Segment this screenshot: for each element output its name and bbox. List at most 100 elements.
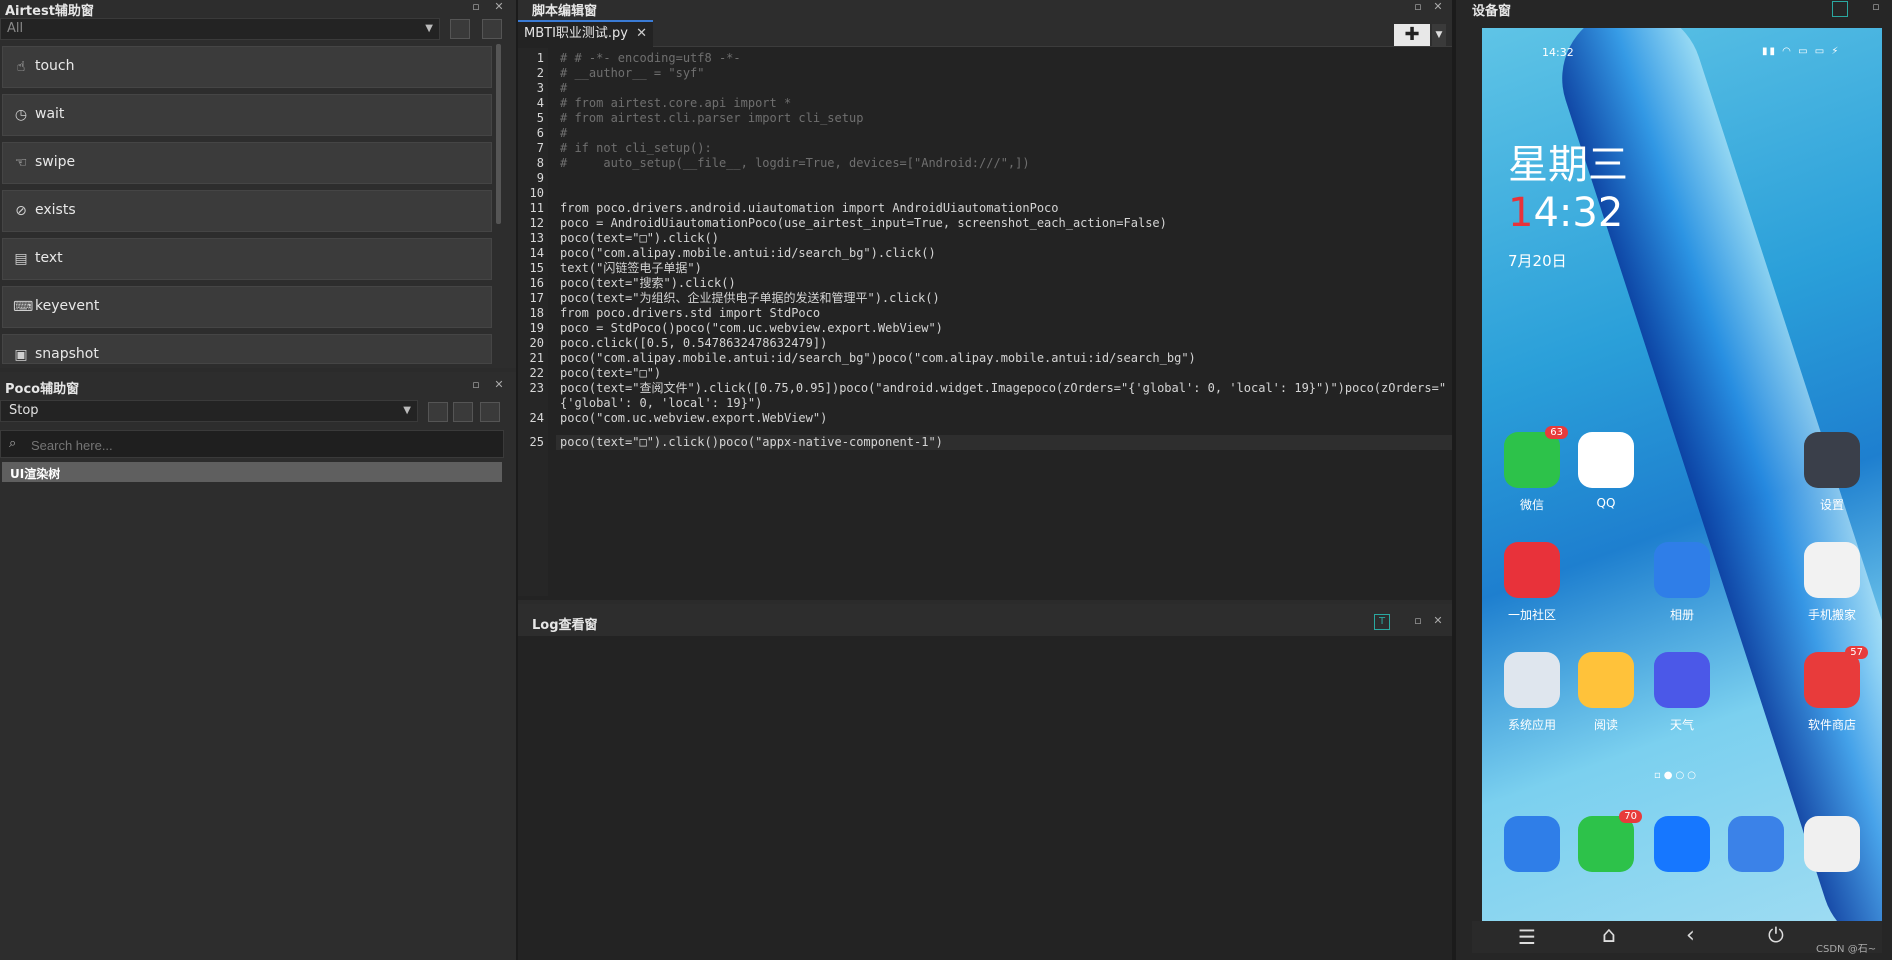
menu-icon[interactable]: ☰ bbox=[1518, 925, 1536, 949]
tab-script[interactable]: MBTI职业测试.py ✕ bbox=[518, 20, 654, 48]
log-panel: Log查看窗 T ▫ ✕ bbox=[518, 604, 1452, 960]
camera-icon: ▣ bbox=[14, 347, 28, 363]
float-icon[interactable]: ▫ bbox=[1412, 615, 1424, 627]
gallery-icon bbox=[1654, 542, 1710, 598]
api-item-exists[interactable]: ⊘ exists bbox=[2, 190, 492, 232]
gear-icon bbox=[1804, 432, 1860, 488]
ui-tree-root[interactable]: UI渲染树 bbox=[2, 462, 502, 482]
weekday-label: 星期三 bbox=[1508, 142, 1628, 188]
status-time: 14:32 bbox=[1542, 46, 1574, 59]
app-browser[interactable] bbox=[1728, 816, 1784, 872]
folder-icon bbox=[1504, 652, 1560, 708]
power-icon[interactable]: ⏻ bbox=[1768, 923, 1784, 947]
search-icon: ⌕ bbox=[9, 436, 17, 451]
app-oneplus-community[interactable]: 一加社区 bbox=[1504, 542, 1560, 623]
clock-icon: ◷ bbox=[14, 107, 28, 123]
api-filter-value: All bbox=[7, 21, 24, 36]
record-icon[interactable] bbox=[450, 19, 470, 39]
qq-icon bbox=[1578, 432, 1634, 488]
camera-icon bbox=[1804, 816, 1860, 872]
touch-icon: ☝ bbox=[16, 59, 26, 75]
close-icon[interactable]: ✕ bbox=[493, 379, 505, 391]
float-icon[interactable]: ▫ bbox=[1412, 1, 1424, 13]
app-phone[interactable] bbox=[1504, 816, 1560, 872]
api-item-swipe[interactable]: ☜ swipe bbox=[2, 142, 492, 184]
back-icon[interactable]: ‹ bbox=[1686, 923, 1695, 948]
clock-first-digit: 1 bbox=[1508, 190, 1534, 236]
screenshot-icon[interactable] bbox=[482, 19, 502, 39]
poco-mode-select[interactable]: Stop ▼ bbox=[0, 400, 418, 422]
close-icon[interactable]: ✕ bbox=[493, 1, 505, 13]
lock-icon[interactable] bbox=[428, 402, 448, 422]
screenshot-icon[interactable] bbox=[480, 402, 500, 422]
close-icon[interactable]: ✕ bbox=[1432, 615, 1444, 627]
app-store[interactable]: 57 软件商店 bbox=[1804, 646, 1868, 733]
scrollbar[interactable] bbox=[496, 44, 501, 224]
new-file-button[interactable]: ✚ bbox=[1394, 24, 1430, 46]
api-item-label: swipe bbox=[35, 154, 76, 170]
app-phone-clone[interactable]: 手机搬家 bbox=[1804, 542, 1860, 623]
script-editor-panel: 脚本编辑窗 ▫ ✕ MBTI职业测试.py ✕ ✚ ▼ 1 # # -*- enc… bbox=[518, 0, 1452, 600]
swipe-icon: ☜ bbox=[14, 155, 28, 171]
messages-icon: 70 bbox=[1578, 810, 1642, 872]
poco-panel-title: Poco辅助窗 bbox=[5, 382, 80, 397]
code-area[interactable]: 1 # # -*- encoding=utf8 -*- 2 # __author__… bbox=[518, 48, 1452, 596]
api-item-text[interactable]: ▤ text bbox=[2, 238, 492, 280]
api-item-label: wait bbox=[35, 106, 65, 122]
close-icon[interactable]: ✕ bbox=[1432, 1, 1444, 13]
poco-panel: Poco辅助窗 ▫ ✕ Stop ▼ ⌕ UI渲染树 bbox=[0, 372, 516, 960]
chevron-down-icon[interactable]: ▼ bbox=[1432, 24, 1446, 46]
editor-panel-title: 脚本编辑窗 bbox=[532, 4, 598, 19]
float-icon[interactable]: ▫ bbox=[470, 379, 482, 391]
api-item-label: text bbox=[35, 250, 63, 266]
app-messages[interactable]: 70 bbox=[1578, 810, 1642, 872]
api-item-label: snapshot bbox=[35, 346, 99, 362]
device-panel-title: 设备窗 bbox=[1472, 4, 1512, 19]
poco-search-input[interactable] bbox=[29, 434, 493, 456]
api-filter-select[interactable]: All ▼ bbox=[0, 18, 440, 40]
status-icons: ▮▮ ◠ ▭ ▭ ⚡ bbox=[1762, 46, 1841, 57]
app-alipay[interactable] bbox=[1654, 816, 1710, 872]
float-icon[interactable]: ▫ bbox=[470, 1, 482, 13]
poco-mode-value: Stop bbox=[9, 403, 39, 418]
tab-label: MBTI职业测试.py bbox=[524, 26, 628, 41]
home-icon[interactable]: ⌂ bbox=[1602, 923, 1616, 948]
api-item-touch[interactable]: ☝ touch bbox=[2, 46, 492, 88]
api-item-wait[interactable]: ◷ wait bbox=[2, 94, 492, 136]
search-icon: ⊘ bbox=[15, 203, 27, 219]
filter-icon[interactable]: T bbox=[1374, 614, 1390, 630]
api-item-keyevent[interactable]: ⌨ keyevent bbox=[2, 286, 492, 328]
community-icon bbox=[1504, 542, 1560, 598]
log-panel-title: Log查看窗 bbox=[532, 618, 598, 633]
wechat-icon: 63 bbox=[1504, 426, 1568, 488]
app-qq[interactable]: QQ bbox=[1578, 432, 1634, 510]
airtest-panel: Airtest辅助窗 ▫ ✕ All ▼ ☝ touch ◷ wait ☜ sw… bbox=[0, 0, 516, 368]
app-settings[interactable]: 设置 bbox=[1804, 432, 1860, 513]
poco-search-field[interactable]: ⌕ bbox=[0, 430, 504, 458]
browser-icon bbox=[1728, 816, 1784, 872]
close-icon[interactable]: ✕ bbox=[636, 26, 647, 41]
clock-label: 14:32 bbox=[1508, 190, 1623, 236]
app-system-apps[interactable]: 系统应用 bbox=[1504, 652, 1560, 733]
clock-rest: 4:32 bbox=[1533, 190, 1624, 236]
alipay-icon bbox=[1654, 816, 1710, 872]
book-icon bbox=[1578, 652, 1634, 708]
app-gallery[interactable]: 相册 bbox=[1654, 542, 1710, 623]
app-wechat[interactable]: 63 微信 bbox=[1504, 426, 1568, 513]
orientation-icon[interactable] bbox=[1832, 1, 1848, 17]
page-indicator: ▫●○○ bbox=[1654, 770, 1699, 781]
float-icon[interactable]: ▫ bbox=[1870, 1, 1882, 13]
app-reader[interactable]: 阅读 bbox=[1578, 652, 1634, 733]
text-icon: ▤ bbox=[14, 251, 28, 267]
device-panel: 设备窗 ▫ 14:32 ▮▮ ◠ ▭ ▭ ⚡ 星期三 14:32 7月20日 6… bbox=[1456, 0, 1892, 960]
api-item-label: exists bbox=[35, 202, 76, 218]
app-camera[interactable] bbox=[1804, 816, 1860, 872]
api-item-snapshot[interactable]: ▣ snapshot bbox=[2, 334, 492, 364]
app-weather[interactable]: 天气 bbox=[1654, 652, 1710, 733]
keyboard-icon: ⌨ bbox=[13, 299, 34, 315]
phone-clone-icon bbox=[1804, 542, 1860, 598]
refresh-icon[interactable] bbox=[453, 402, 473, 422]
device-screen[interactable]: 14:32 ▮▮ ◠ ▭ ▭ ⚡ 星期三 14:32 7月20日 63 微信 Q… bbox=[1482, 28, 1882, 921]
chevron-down-icon: ▼ bbox=[425, 23, 433, 34]
date-label: 7月20日 bbox=[1508, 252, 1567, 270]
